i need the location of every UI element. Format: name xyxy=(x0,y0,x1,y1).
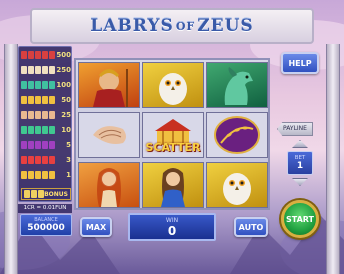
balance-value: 500000 xyxy=(27,223,65,233)
paytable-symbols xyxy=(21,96,55,104)
paytable-value: 1 xyxy=(66,171,71,179)
owl-symbol xyxy=(159,73,187,105)
title-word-2: OF xyxy=(175,19,196,33)
right-column xyxy=(326,44,340,274)
win-display: WIN 0 xyxy=(128,213,216,241)
bonus-symbols xyxy=(24,190,44,198)
reel-cell-goddess-red xyxy=(78,162,140,208)
left-column xyxy=(4,44,18,274)
paytable-row: 500 xyxy=(21,49,71,61)
paytable-value: 25 xyxy=(61,111,71,119)
balance-display: BALANCE 500000 xyxy=(20,214,72,236)
paytable-row: 3 xyxy=(21,154,71,166)
game-title: LABRYS OF ZEUS xyxy=(30,8,314,44)
payline-indicator[interactable]: PAYLINE xyxy=(277,122,313,136)
bonus-label: BONUS xyxy=(44,190,68,198)
paytable-value: 50 xyxy=(61,96,71,104)
paytable-row: 5 xyxy=(21,139,71,151)
paytable-symbols xyxy=(21,51,55,59)
help-button[interactable]: HELP xyxy=(281,52,319,74)
reel-cell-laurel xyxy=(206,112,268,158)
paytable-row: 100 xyxy=(21,79,71,91)
win-value: 0 xyxy=(167,223,177,238)
bet-display: BET 1 xyxy=(287,151,313,175)
paytable-value: 3 xyxy=(66,156,71,164)
paytable-value: 10 xyxy=(61,126,71,134)
paytable-value: 500 xyxy=(56,51,71,59)
bet-value: 1 xyxy=(296,161,304,171)
paytable-value: 5 xyxy=(66,141,71,149)
reel-cell-owl xyxy=(206,162,268,208)
bonus-row: BONUS xyxy=(21,188,71,200)
paytable-symbols xyxy=(21,66,55,74)
start-button[interactable]: START xyxy=(281,200,319,238)
bet-panel: BET 1 xyxy=(284,140,316,186)
paytable-symbols xyxy=(21,111,55,119)
title-word-3: ZEUS xyxy=(197,16,254,36)
reels-grid: SCATTER xyxy=(74,58,270,210)
goddess-blue-symbol xyxy=(161,168,185,207)
paytable-symbols xyxy=(21,81,55,89)
paytable-symbols xyxy=(21,141,55,149)
title-word-1: LABRYS xyxy=(90,16,174,36)
max-bet-button[interactable]: MAX xyxy=(80,217,112,237)
win-label: WIN xyxy=(165,216,179,224)
paytable-symbols xyxy=(21,126,55,134)
paytable-row: 1 xyxy=(21,169,71,181)
owl-symbol xyxy=(223,173,251,205)
paytable: 500 250 100 50 25 10 5 3 1 BONUS xyxy=(18,46,72,202)
warrior-symbol xyxy=(93,69,128,107)
laurel-wreath-symbol xyxy=(214,116,260,154)
paytable-symbols xyxy=(21,171,55,179)
scatter-label: SCATTER xyxy=(145,141,201,154)
reel-cell-warrior xyxy=(78,62,140,108)
reel-cell-shell xyxy=(78,112,140,158)
paytable-row: 10 xyxy=(21,124,71,136)
reel-cell-goddess-blue xyxy=(142,162,204,208)
coin-value-info: 1CR = 0.01FUN xyxy=(18,204,72,213)
goddess-red-symbol xyxy=(97,168,121,207)
paytable-symbols xyxy=(21,156,55,164)
reel-cell-scatter: SCATTER xyxy=(142,112,204,158)
paytable-row: 50 xyxy=(21,94,71,106)
autoplay-button[interactable]: AUTO xyxy=(234,217,268,237)
reel-cell-owl xyxy=(142,62,204,108)
reel-cell-horse xyxy=(206,62,268,108)
paytable-row: 250 xyxy=(21,64,71,76)
paytable-row: 25 xyxy=(21,109,71,121)
paytable-value: 250 xyxy=(56,66,71,74)
shell-symbol xyxy=(93,126,126,144)
bet-increase-arrow-icon[interactable] xyxy=(292,140,308,148)
horse-symbol xyxy=(224,67,253,105)
paytable-value: 100 xyxy=(56,81,71,89)
